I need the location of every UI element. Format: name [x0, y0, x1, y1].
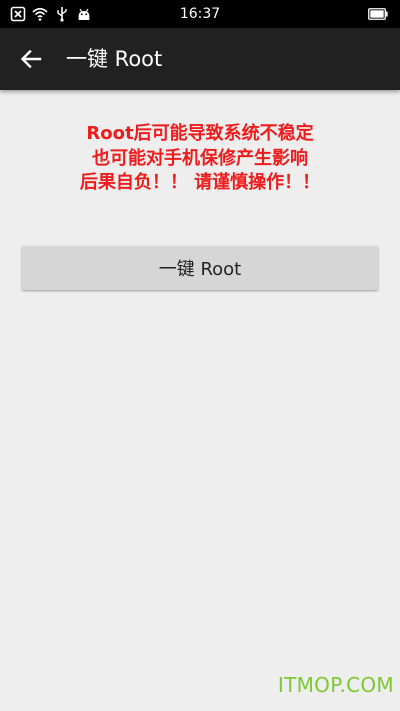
one-click-root-button[interactable]: 一键 Root [22, 246, 378, 290]
battery-icon [368, 8, 388, 20]
warning-line: 后果自负！！ 请谨慎操作！！ [79, 172, 321, 193]
back-button[interactable] [10, 38, 52, 80]
page-title: 一键 Root [66, 47, 163, 71]
app-bar: 一键 Root [0, 28, 400, 90]
status-time: 16:37 [179, 6, 221, 22]
arrow-back-icon [20, 49, 42, 69]
warning-line: 也可能对手机保修产生影响 [92, 147, 308, 169]
watermark: ITMOP.COM [277, 673, 394, 697]
status-bar: 16:37 [0, 0, 400, 28]
warning-line: Root后可能导致系统不稳定 [86, 123, 314, 144]
warning-message: Root后可能导致系统不稳定 也可能对手机保修产生影响 后果自负！！ 请谨慎操作… [40, 122, 360, 196]
